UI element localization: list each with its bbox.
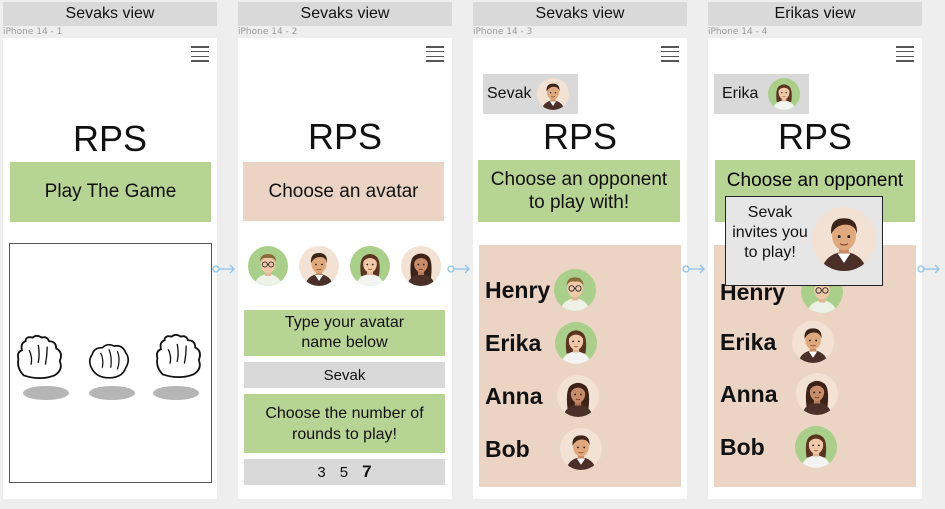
opponent-name: Bob <box>485 435 530 462</box>
avatar-name-input[interactable]: Sevak <box>244 362 445 388</box>
avatar-option-henry[interactable] <box>248 246 288 286</box>
user-badge: Erika <box>714 74 809 114</box>
frame-header-3: Sevaks view <box>473 2 687 26</box>
rounds-option-5[interactable]: 5 <box>340 464 348 481</box>
flow-arrow-icon <box>447 264 470 274</box>
frame-header-2: Sevaks view <box>238 2 452 26</box>
opponent-list: Henry Erika Anna Bob <box>479 245 681 487</box>
flow-arrow-icon <box>917 264 940 274</box>
frame-caption-2: iPhone 14 - 2 <box>238 27 298 37</box>
opponent-row-anna[interactable]: Anna <box>720 373 838 415</box>
rounds-selector: 3 5 7 <box>244 459 445 485</box>
opponent-avatar <box>560 428 602 470</box>
phone-screen-3: Sevak RPS Choose an opponent to play wit… <box>473 38 687 499</box>
app-title: RPS <box>542 116 618 157</box>
hand-shadow <box>89 386 135 400</box>
user-avatar <box>537 78 569 110</box>
choose-opponent-label: Choose an opponent to play with! <box>478 160 680 222</box>
opponent-avatar <box>796 373 838 415</box>
avatar-option-sevak[interactable] <box>299 246 339 286</box>
scissors-hand-icon <box>152 330 206 382</box>
rounds-label: Choose the number of rounds to play! <box>244 394 445 453</box>
opponent-avatar <box>555 322 597 364</box>
game-illustration <box>9 243 212 483</box>
rounds-option-7-selected[interactable]: 7 <box>362 462 371 482</box>
user-name: Erika <box>722 85 759 102</box>
opponent-name: Anna <box>485 382 543 409</box>
flow-arrow-icon <box>212 264 235 274</box>
opponent-row-erika[interactable]: Erika <box>720 321 834 363</box>
hamburger-menu-icon[interactable] <box>896 46 914 62</box>
hamburger-menu-icon[interactable] <box>661 46 679 62</box>
opponent-avatar <box>557 375 599 417</box>
phone-screen-2: RPS Choose an avatar Type your avatar na… <box>238 38 452 499</box>
play-game-button[interactable]: Play The Game <box>10 162 211 222</box>
avatar-option-erika[interactable] <box>350 246 390 286</box>
phone-screen-1: RPS Play The Game <box>3 38 217 499</box>
opponent-name: Anna <box>720 380 778 407</box>
paper-hand-icon <box>13 332 67 382</box>
rounds-option-3[interactable]: 3 <box>317 464 325 481</box>
opponent-avatar <box>795 426 837 468</box>
choose-opponent-text: Choose an opponent <box>726 170 904 191</box>
invite-text: Sevak invites you to play! <box>732 204 808 261</box>
phone-screen-4: Erika RPS Choose an opponent Henry Erika… <box>708 38 922 499</box>
hamburger-menu-icon[interactable] <box>191 46 209 62</box>
opponent-name: Bob <box>720 433 765 460</box>
avatar-option-anna[interactable] <box>401 246 441 286</box>
frame-caption-1: iPhone 14 - 1 <box>3 27 63 37</box>
frame-header-4: Erikas view <box>708 2 922 26</box>
hand-shadow <box>153 386 199 400</box>
type-name-label: Type your avatar name below <box>244 310 445 356</box>
opponent-name: Henry <box>485 276 551 303</box>
opponent-row-bob[interactable]: Bob <box>485 428 602 470</box>
choose-avatar-label: Choose an avatar <box>243 162 444 221</box>
hamburger-menu-icon[interactable] <box>426 46 444 62</box>
user-name: Sevak <box>487 85 532 102</box>
hand-shadow <box>23 386 69 400</box>
app-title: RPS <box>72 118 148 159</box>
user-badge: Sevak <box>483 74 578 114</box>
opponent-avatar <box>554 269 596 311</box>
user-avatar <box>768 78 800 110</box>
frame-caption-3: iPhone 14 - 3 <box>473 27 533 37</box>
flow-arrow-icon <box>682 264 705 274</box>
opponent-name: Erika <box>485 329 542 356</box>
app-title: RPS <box>307 116 383 157</box>
frame-header-1: Sevaks view <box>3 2 217 26</box>
opponent-row-henry[interactable]: Henry <box>485 269 596 311</box>
inviter-avatar <box>812 207 876 271</box>
opponent-name: Erika <box>720 328 777 355</box>
opponent-avatar <box>792 321 834 363</box>
invite-popup[interactable]: Sevak invites you to play! <box>725 196 883 286</box>
app-title: RPS <box>777 116 853 157</box>
opponent-row-bob[interactable]: Bob <box>720 426 837 468</box>
opponent-row-erika[interactable]: Erika <box>485 322 597 364</box>
rock-hand-icon <box>82 336 136 382</box>
opponent-row-anna[interactable]: Anna <box>485 375 599 417</box>
frame-caption-4: iPhone 14 - 4 <box>708 27 768 37</box>
